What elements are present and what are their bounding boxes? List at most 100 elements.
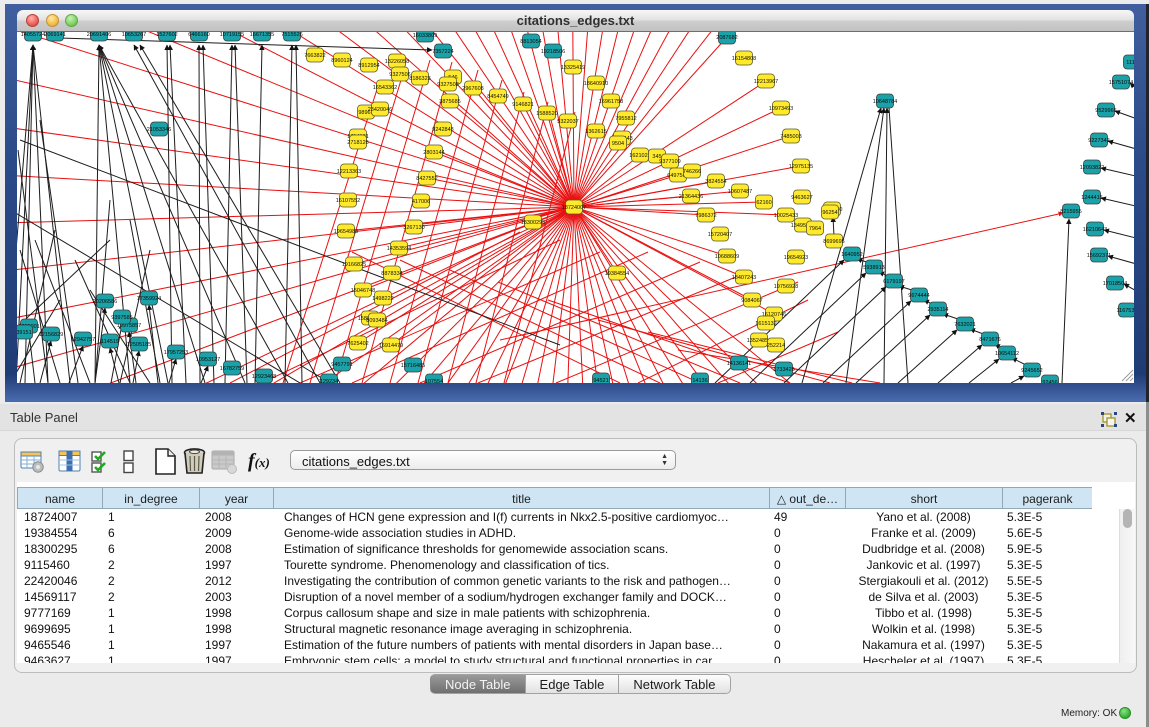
svg-text:6179197: 6179197 — [883, 279, 904, 285]
svg-text:8186323: 8186323 — [409, 76, 430, 82]
svg-text:3875685: 3875685 — [439, 99, 460, 105]
svg-text:19218506: 19218506 — [541, 49, 565, 55]
svg-text:14136: 14136 — [692, 378, 707, 383]
svg-text:8215955: 8215955 — [1060, 209, 1081, 215]
svg-text:18640910: 18640910 — [584, 81, 608, 87]
svg-text:10973493: 10973493 — [769, 106, 793, 112]
svg-text:9674444: 9674444 — [908, 293, 929, 299]
svg-text:39151: 39151 — [17, 330, 32, 336]
svg-text:12213363: 12213363 — [337, 169, 361, 175]
svg-text:5938913: 5938913 — [863, 265, 884, 271]
svg-text:8454749: 8454749 — [487, 94, 508, 100]
svg-text:16543362: 16543362 — [373, 85, 397, 91]
svg-text:7485003: 7485003 — [780, 134, 801, 140]
svg-text:7625402: 7625402 — [347, 341, 368, 347]
svg-text:17957253: 17957253 — [164, 350, 188, 356]
svg-text:9245652: 9245652 — [1021, 368, 1042, 374]
svg-text:14136141: 14136141 — [727, 361, 751, 367]
svg-text:10648784: 10648784 — [873, 99, 897, 105]
svg-text:12975135: 12975135 — [789, 164, 813, 170]
svg-text:10953127: 10953127 — [196, 357, 220, 363]
svg-text:1112: 1112 — [1126, 60, 1134, 66]
svg-text:9227342: 9227342 — [1088, 138, 1109, 144]
svg-text:10025433: 10025433 — [774, 213, 798, 219]
svg-text:1527602: 1527602 — [156, 32, 177, 38]
svg-text:19654983: 19654983 — [334, 229, 358, 235]
svg-text:9397585: 9397585 — [111, 315, 132, 321]
svg-text:20691406: 20691406 — [87, 32, 111, 38]
svg-text:8912954: 8912954 — [358, 63, 379, 69]
svg-text:18407243: 18407243 — [732, 275, 756, 281]
svg-text:12505185: 12505185 — [127, 342, 151, 348]
svg-text:16671355: 16671355 — [250, 32, 274, 38]
svg-text:17359924: 17359924 — [137, 296, 161, 302]
svg-text:1244415: 1244415 — [1081, 195, 1102, 201]
svg-text:21364436: 21364436 — [679, 194, 703, 200]
svg-text:19654923: 19654923 — [784, 255, 808, 261]
svg-text:8813054: 8813054 — [520, 39, 541, 45]
svg-text:16961758: 16961758 — [599, 99, 623, 105]
svg-text:9504: 9504 — [612, 141, 624, 147]
svg-text:16210643: 16210643 — [1083, 227, 1107, 233]
svg-text:9327508: 9327508 — [437, 82, 458, 88]
svg-text:2087682: 2087682 — [716, 35, 737, 41]
svg-text:7515526: 7515526 — [281, 32, 302, 38]
svg-text:18724007: 18724007 — [562, 205, 586, 211]
svg-text:14055724: 14055724 — [21, 32, 45, 38]
svg-text:12156829: 12156829 — [39, 332, 63, 338]
svg-text:96254: 96254 — [822, 210, 837, 216]
svg-text:12213967: 12213967 — [754, 79, 778, 85]
svg-text:10719155: 10719155 — [220, 32, 244, 38]
svg-text:21053346: 21053346 — [147, 127, 171, 133]
svg-text:7632021: 7632021 — [954, 322, 975, 328]
svg-text:252214: 252214 — [767, 343, 785, 349]
svg-text:8878334: 8878334 — [381, 271, 402, 277]
svg-text:1588520: 1588520 — [536, 111, 557, 117]
svg-text:1498222: 1498222 — [372, 296, 393, 302]
svg-text:16782759: 16782759 — [220, 366, 244, 372]
svg-text:17018504: 17018504 — [1103, 281, 1127, 287]
svg-text:5322037: 5322037 — [557, 119, 578, 125]
svg-text:14353594: 14353594 — [387, 246, 411, 252]
svg-text:8699695: 8699695 — [823, 239, 844, 245]
svg-text:16033809: 16033809 — [413, 33, 437, 39]
svg-text:19166825: 19166825 — [342, 262, 366, 268]
svg-text:62160: 62160 — [756, 200, 771, 206]
svg-text:15720407: 15720407 — [708, 232, 732, 238]
svg-text:16107552: 16107552 — [336, 198, 360, 204]
svg-text:20206586: 20206586 — [93, 299, 117, 305]
svg-text:1615132: 1615132 — [755, 321, 776, 327]
svg-text:2967608: 2967608 — [462, 86, 483, 92]
svg-text:10654112: 10654112 — [995, 351, 1019, 357]
svg-text:94521: 94521 — [593, 378, 608, 383]
svg-text:10688609: 10688609 — [715, 254, 739, 260]
svg-text:19384554: 19384554 — [605, 271, 629, 277]
svg-text:23420046: 23420046 — [368, 107, 392, 113]
svg-text:9463627: 9463627 — [791, 195, 812, 201]
svg-text:18300295: 18300295 — [521, 220, 545, 226]
svg-text:13226058: 13226058 — [385, 59, 409, 65]
svg-text:2935114: 2935114 — [927, 307, 948, 313]
svg-text:417006: 417006 — [412, 199, 430, 205]
svg-text:10607487: 10607487 — [728, 189, 752, 195]
svg-text:15751074: 15751074 — [1109, 80, 1133, 86]
svg-text:15716485: 15716485 — [401, 363, 425, 369]
svg-text:7663822: 7663822 — [304, 53, 325, 59]
svg-text:9377109: 9377109 — [659, 159, 680, 165]
svg-text:1621022: 1621022 — [629, 153, 650, 159]
svg-text:7357224: 7357224 — [432, 49, 453, 55]
svg-text:1733426: 1733426 — [773, 367, 794, 373]
svg-text:8093484: 8093484 — [366, 318, 387, 324]
svg-text:746266: 746266 — [683, 169, 701, 175]
svg-text:15692371: 15692371 — [1087, 253, 1111, 259]
svg-text:7964: 7964 — [809, 226, 821, 232]
svg-text:9529966: 9529966 — [1095, 108, 1116, 114]
svg-text:9146821: 9146821 — [512, 102, 533, 108]
svg-text:16914479: 16914479 — [379, 343, 403, 349]
svg-text:2718126: 2718126 — [347, 140, 368, 146]
svg-text:7986372: 7986372 — [695, 213, 716, 219]
svg-text:16154808: 16154808 — [732, 56, 756, 62]
svg-text:13325419: 13325419 — [561, 65, 585, 71]
svg-text:1167534: 1167534 — [1116, 308, 1134, 314]
svg-text:8471676: 8471676 — [979, 337, 1000, 343]
